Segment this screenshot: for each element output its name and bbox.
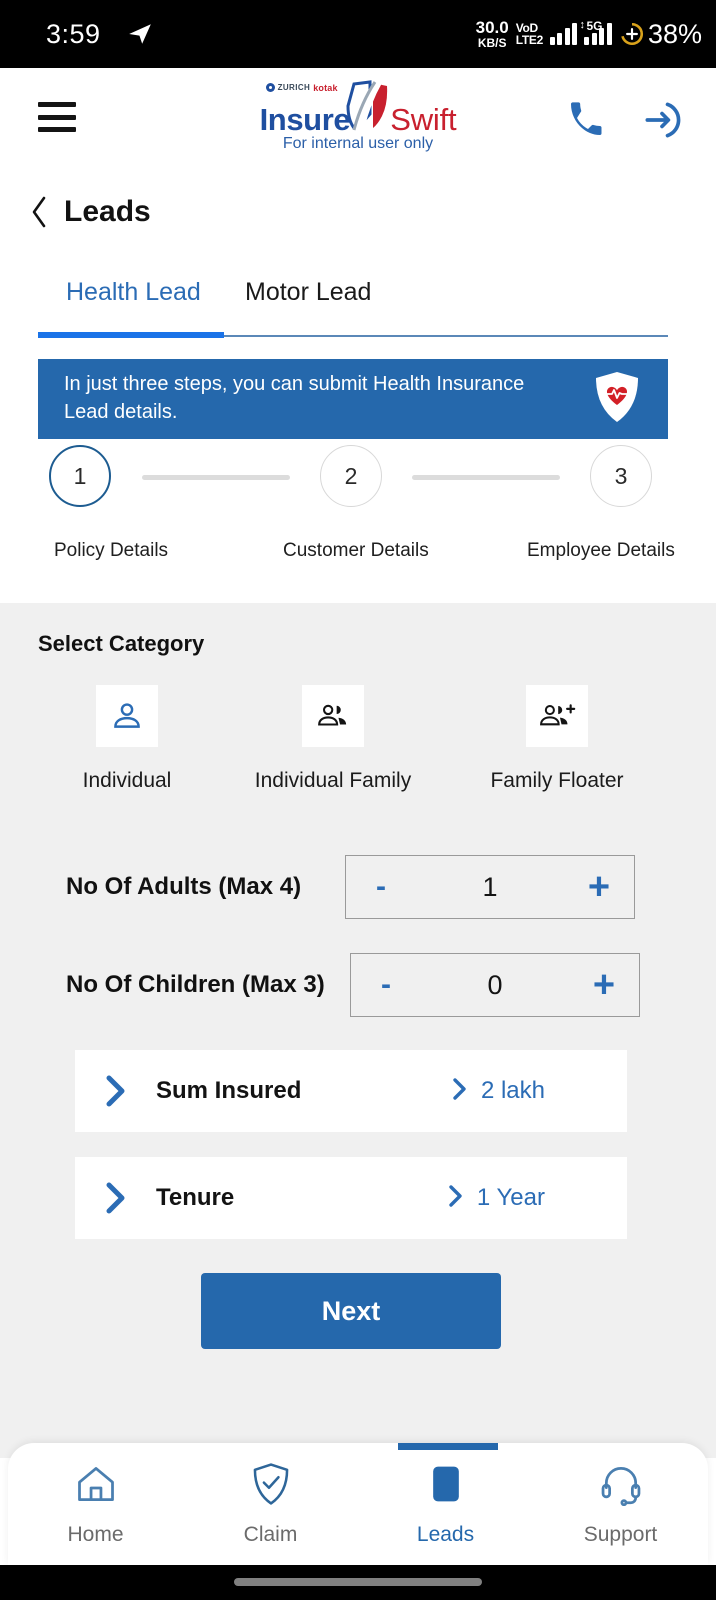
tenure-row[interactable]: Tenure 1 Year <box>75 1157 627 1239</box>
chevron-right-small-icon <box>447 1184 465 1213</box>
people-group-add-icon <box>526 685 588 747</box>
step-circle-3[interactable]: 3 <box>590 445 652 507</box>
nav-item-home[interactable]: Home <box>8 1443 183 1565</box>
sum-insured-row[interactable]: Sum Insured 2 lakh <box>75 1050 627 1132</box>
status-bar-clock: 3:59 <box>46 18 101 49</box>
system-navigation-bar <box>0 1565 716 1600</box>
children-increment-button[interactable]: + <box>569 954 639 1016</box>
adults-decrement-button[interactable]: - <box>346 856 416 918</box>
logout-arrow-icon[interactable] <box>640 98 684 147</box>
tenure-value: 1 Year <box>476 1184 545 1211</box>
step-label-2: Customer Details <box>283 540 429 561</box>
tab-active-indicator <box>38 332 224 338</box>
shield-check-icon <box>250 1462 292 1511</box>
phone-screen: 3:59 30.0 KB/S VoD LTE2 ↕ 5G 38% ZURICH … <box>0 0 716 1600</box>
battery-percent: 38% <box>647 18 702 49</box>
step-circle-1[interactable]: 1 <box>49 445 111 507</box>
adults-counter-row: No Of Adults (Max 4) - 1 + <box>0 855 716 919</box>
status-bar: 3:59 30.0 KB/S VoD LTE2 ↕ 5G 38% <box>0 0 716 68</box>
category-option-individual-family[interactable]: Individual Family <box>253 685 413 793</box>
tenure-label: Tenure <box>156 1184 235 1211</box>
step-connector-2 <box>412 475 560 480</box>
bottom-navigation: Home Claim Leads Support <box>8 1443 708 1565</box>
sum-insured-value-group: 2 lakh <box>451 1077 545 1106</box>
progress-stepper: 1 2 3 Policy Details Customer Details Em… <box>0 445 716 603</box>
tenure-value-group: 1 Year <box>447 1184 545 1213</box>
logo-tagline: For internal user only <box>282 134 434 152</box>
children-value: 0 <box>487 969 503 1000</box>
chevron-right-icon <box>103 1181 129 1215</box>
nav-item-support[interactable]: Support <box>533 1443 708 1565</box>
nav-label-support: Support <box>583 1522 658 1546</box>
sum-insured-value: 2 lakh <box>480 1077 545 1104</box>
nav-item-claim[interactable]: Claim <box>183 1443 358 1565</box>
adults-increment-button[interactable]: + <box>564 856 634 918</box>
zurich-mark-icon <box>265 83 275 92</box>
zurich-kotak-brand: ZURICH kotak <box>265 83 338 93</box>
nav-label-claim: Claim <box>243 1522 298 1546</box>
info-banner: In just three steps, you can submit Heal… <box>38 359 668 439</box>
health-shield-icon <box>594 371 640 428</box>
home-icon <box>74 1462 118 1511</box>
select-category-title: Select Category <box>38 631 205 656</box>
chevron-right-icon <box>103 1074 129 1108</box>
sum-insured-label: Sum Insured <box>156 1077 302 1104</box>
category-option-individual[interactable]: Individual <box>47 685 207 793</box>
nav-label-home: Home <box>67 1522 124 1546</box>
logo-text-insure: Insure <box>259 101 351 137</box>
step-circle-2[interactable]: 2 <box>320 445 382 507</box>
next-button[interactable]: Next <box>201 1273 501 1349</box>
back-chevron-icon[interactable] <box>28 195 50 229</box>
person-icon <box>96 685 158 747</box>
leads-icon <box>424 1462 468 1511</box>
phone-icon[interactable] <box>566 100 606 145</box>
logo-shield-mark-icon <box>340 79 396 132</box>
network-speed-indicator: 30.0 KB/S <box>475 18 509 50</box>
next-button-label: Next <box>321 1295 381 1326</box>
logo-row: ZURICH kotak Insure Swift <box>259 79 457 137</box>
volte-icon: VoD LTE2 <box>515 20 544 47</box>
children-label: No Of Children (Max 3) <box>66 971 325 998</box>
tab-motor-lead[interactable]: Motor Lead <box>245 262 371 322</box>
header-actions <box>566 98 684 147</box>
chevron-right-small-icon <box>451 1077 469 1106</box>
bottom-nav-items: Home Claim Leads Support <box>8 1443 708 1565</box>
category-label-individual: Individual <box>82 769 172 792</box>
tab-health-lead[interactable]: Health Lead <box>66 262 201 322</box>
battery-indicator: 38% <box>619 19 702 50</box>
headset-icon <box>599 1462 643 1511</box>
app-header: ZURICH kotak Insure Swift For internal u… <box>0 68 716 169</box>
category-options: Individual Individual Family Family Floa… <box>0 685 716 805</box>
nav-item-leads[interactable]: Leads <box>358 1443 533 1565</box>
children-decrement-button[interactable]: - <box>351 954 421 1016</box>
logo-text-swift: Swift <box>390 101 457 137</box>
signal-bars-sim1-icon <box>549 23 578 45</box>
page-title: Leads <box>64 195 151 228</box>
category-label-individual-family: Individual Family <box>254 769 412 792</box>
step-label-3: Employee Details <box>527 540 675 561</box>
step-label-1: Policy Details <box>54 540 169 561</box>
nav-label-leads: Leads <box>416 1522 475 1546</box>
info-banner-text: In just three steps, you can submit Heal… <box>64 373 525 423</box>
page-title-bar: Leads <box>0 168 716 256</box>
children-counter-row: No Of Children (Max 3) - 0 + <box>0 953 716 1017</box>
lead-type-tabs: Health Lead Motor Lead <box>0 262 716 340</box>
people-group-icon <box>302 685 364 747</box>
adults-stepper: - 1 + <box>345 855 635 919</box>
status-bar-indicators: 30.0 KB/S VoD LTE2 ↕ 5G 38% <box>476 19 702 50</box>
category-label-family-floater: Family Floater <box>490 769 624 792</box>
children-stepper: - 0 + <box>350 953 640 1017</box>
adults-value: 1 <box>482 871 498 902</box>
home-indicator[interactable] <box>234 1578 482 1586</box>
category-option-family-floater[interactable]: Family Floater <box>477 685 637 793</box>
policy-details-form: Select Category Individual Individual Fa… <box>0 603 716 1458</box>
step-connector-1 <box>142 475 290 480</box>
signal-bars-sim2-icon: ↕ 5G <box>579 19 612 45</box>
telegram-send-icon <box>127 21 153 47</box>
adults-label: No Of Adults (Max 4) <box>66 873 302 900</box>
